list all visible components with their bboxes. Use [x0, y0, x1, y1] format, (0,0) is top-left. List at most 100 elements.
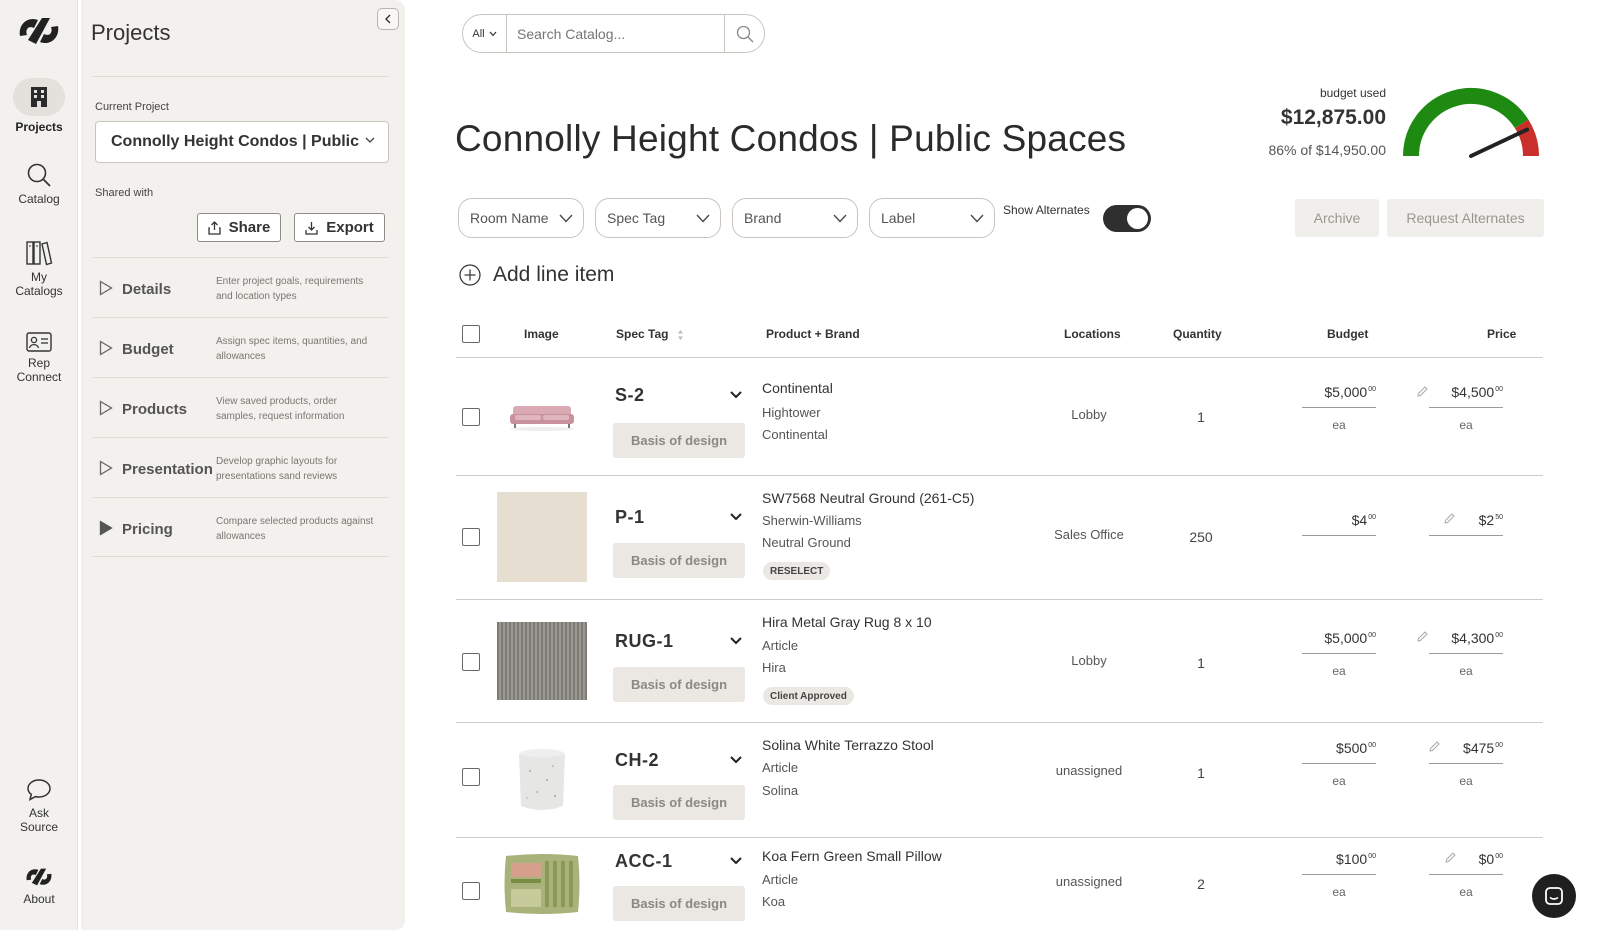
basis-of-design-button[interactable]: Basis of design [613, 667, 745, 702]
rail-item-catalog[interactable]: Catalog [0, 162, 78, 206]
chevron-down-icon[interactable] [730, 756, 742, 764]
add-line-item-label: Add line item [493, 263, 615, 286]
price-value[interactable]: $000 [1429, 851, 1503, 875]
step-name: Pricing [122, 521, 173, 538]
budget-value[interactable]: $10000 [1302, 851, 1376, 875]
basis-of-design-button[interactable]: Basis of design [613, 543, 745, 578]
product-name: SW7568 Neutral Ground (261-C5) [762, 490, 975, 506]
rail-item-ask-source[interactable]: Ask Source [0, 778, 78, 834]
search-scope-select[interactable]: All [463, 15, 507, 52]
search-input[interactable] [507, 15, 724, 52]
chevron-down-icon[interactable] [730, 391, 742, 399]
product-line: Solina [762, 783, 799, 798]
gauge-needle [1469, 127, 1530, 158]
price-value[interactable]: $250 [1429, 512, 1503, 536]
product-image [497, 846, 587, 922]
play-outline-icon [99, 280, 113, 296]
price-value[interactable]: $4,30000 [1429, 630, 1503, 654]
paint-swatch-image [497, 492, 587, 582]
select-all-checkbox[interactable] [462, 325, 480, 343]
step-budget[interactable]: Budget Assign spec items, quantities, an… [93, 317, 389, 377]
row-checkbox[interactable] [462, 882, 480, 900]
budget-amount: $500 [1336, 740, 1368, 756]
budget-cents: 00 [1368, 853, 1376, 860]
stool-image [519, 749, 565, 810]
sort-icon[interactable] [677, 329, 684, 341]
quantity: 1 [1197, 409, 1205, 425]
price-value[interactable]: $4,50000 [1429, 384, 1503, 408]
basis-of-design-label: Basis of design [630, 896, 728, 911]
basis-of-design-button[interactable]: Basis of design [613, 423, 745, 458]
current-project-select[interactable]: Connolly Height Condos | Public [95, 121, 389, 163]
search-button[interactable] [724, 15, 764, 52]
add-line-item-button[interactable]: Add line item [459, 263, 614, 287]
table-row: S-2 Basis of design Continental Hightowe… [456, 358, 1543, 476]
status-badge: Client Approved [763, 687, 854, 705]
divider [93, 76, 389, 77]
step-products[interactable]: Products View saved products, order samp… [93, 377, 389, 437]
pencil-icon[interactable] [1417, 386, 1428, 397]
source-logo-icon[interactable] [16, 14, 62, 48]
basis-of-design-button[interactable]: Basis of design [613, 785, 745, 820]
chat-launcher-button[interactable] [1532, 874, 1576, 918]
play-filled-icon [99, 520, 113, 536]
quantity: 250 [1189, 529, 1213, 545]
basis-of-design-button[interactable]: Basis of design [613, 886, 745, 921]
chevron-down-icon[interactable] [730, 513, 742, 521]
share-label: Share [228, 219, 271, 236]
step-pricing[interactable]: Pricing Compare selected products agains… [93, 497, 389, 557]
price-unit: ea [1459, 418, 1473, 432]
row-checkbox[interactable] [462, 528, 480, 546]
price-value[interactable]: $47500 [1429, 740, 1503, 764]
building-icon [31, 87, 47, 107]
budget-value[interactable]: $5,00000 [1302, 384, 1376, 408]
collapse-panel-button[interactable] [377, 8, 399, 30]
brand-filter[interactable]: Brand [732, 198, 858, 238]
price-cents: 00 [1495, 632, 1503, 639]
export-button[interactable]: Export [294, 213, 385, 242]
rug-image [497, 622, 587, 700]
rail-item-about[interactable]: About [0, 866, 78, 906]
price-unit: ea [1459, 885, 1473, 899]
show-alternates-toggle[interactable] [1103, 205, 1151, 232]
table-header: Image Spec Tag Product + Brand Locations… [456, 320, 1543, 358]
budget-value[interactable]: $400 [1302, 512, 1376, 536]
quantity: 1 [1197, 765, 1205, 781]
rail-item-rep-connect[interactable]: Rep Connect [0, 332, 78, 384]
project-panel: Projects Current Project Connolly Height… [81, 0, 405, 930]
step-presentation[interactable]: Presentation Develop graphic layouts for… [93, 437, 389, 497]
product-name: Solina White Terrazzo Stool [762, 737, 934, 753]
budget-value[interactable]: $50000 [1302, 740, 1376, 764]
header-spec-tag[interactable]: Spec Tag [616, 327, 668, 341]
budget-value[interactable]: $5,00000 [1302, 630, 1376, 654]
row-checkbox[interactable] [462, 408, 480, 426]
step-details[interactable]: Details Enter project goals, requirement… [93, 257, 389, 317]
basis-of-design-label: Basis of design [630, 553, 728, 568]
chevron-down-icon[interactable] [730, 637, 742, 645]
row-checkbox[interactable] [462, 768, 480, 786]
chevron-down-icon[interactable] [730, 857, 742, 865]
label-filter[interactable]: Label [869, 198, 995, 238]
spec-tag-filter[interactable]: Spec Tag [595, 198, 721, 238]
archive-button[interactable]: Archive [1295, 199, 1379, 237]
budget-amount: $4 [1351, 512, 1368, 528]
share-button[interactable]: Share [197, 213, 281, 242]
header-product-brand: Product + Brand [766, 327, 860, 341]
price-amount: $4,500 [1451, 384, 1495, 400]
step-desc: Enter project goals, requirements and lo… [216, 276, 364, 302]
chevron-down-icon [365, 137, 375, 143]
header-budget: Budget [1327, 327, 1369, 341]
row-checkbox[interactable] [462, 653, 480, 671]
product-brand: Article [762, 760, 799, 775]
product-image [497, 735, 587, 825]
rail-item-projects[interactable]: Projects [0, 78, 78, 134]
room-name-filter[interactable]: Room Name [458, 198, 584, 238]
pencil-icon[interactable] [1417, 631, 1428, 642]
chevron-down-icon [970, 214, 984, 223]
chevron-down-icon [833, 214, 847, 223]
toggle-knob [1127, 208, 1148, 229]
header-quantity: Quantity [1173, 327, 1222, 341]
request-alternates-button[interactable]: Request Alternates [1387, 199, 1544, 237]
rail-item-my-catalogs[interactable]: My Catalogs [0, 240, 78, 298]
product-brand: Article [762, 872, 799, 887]
